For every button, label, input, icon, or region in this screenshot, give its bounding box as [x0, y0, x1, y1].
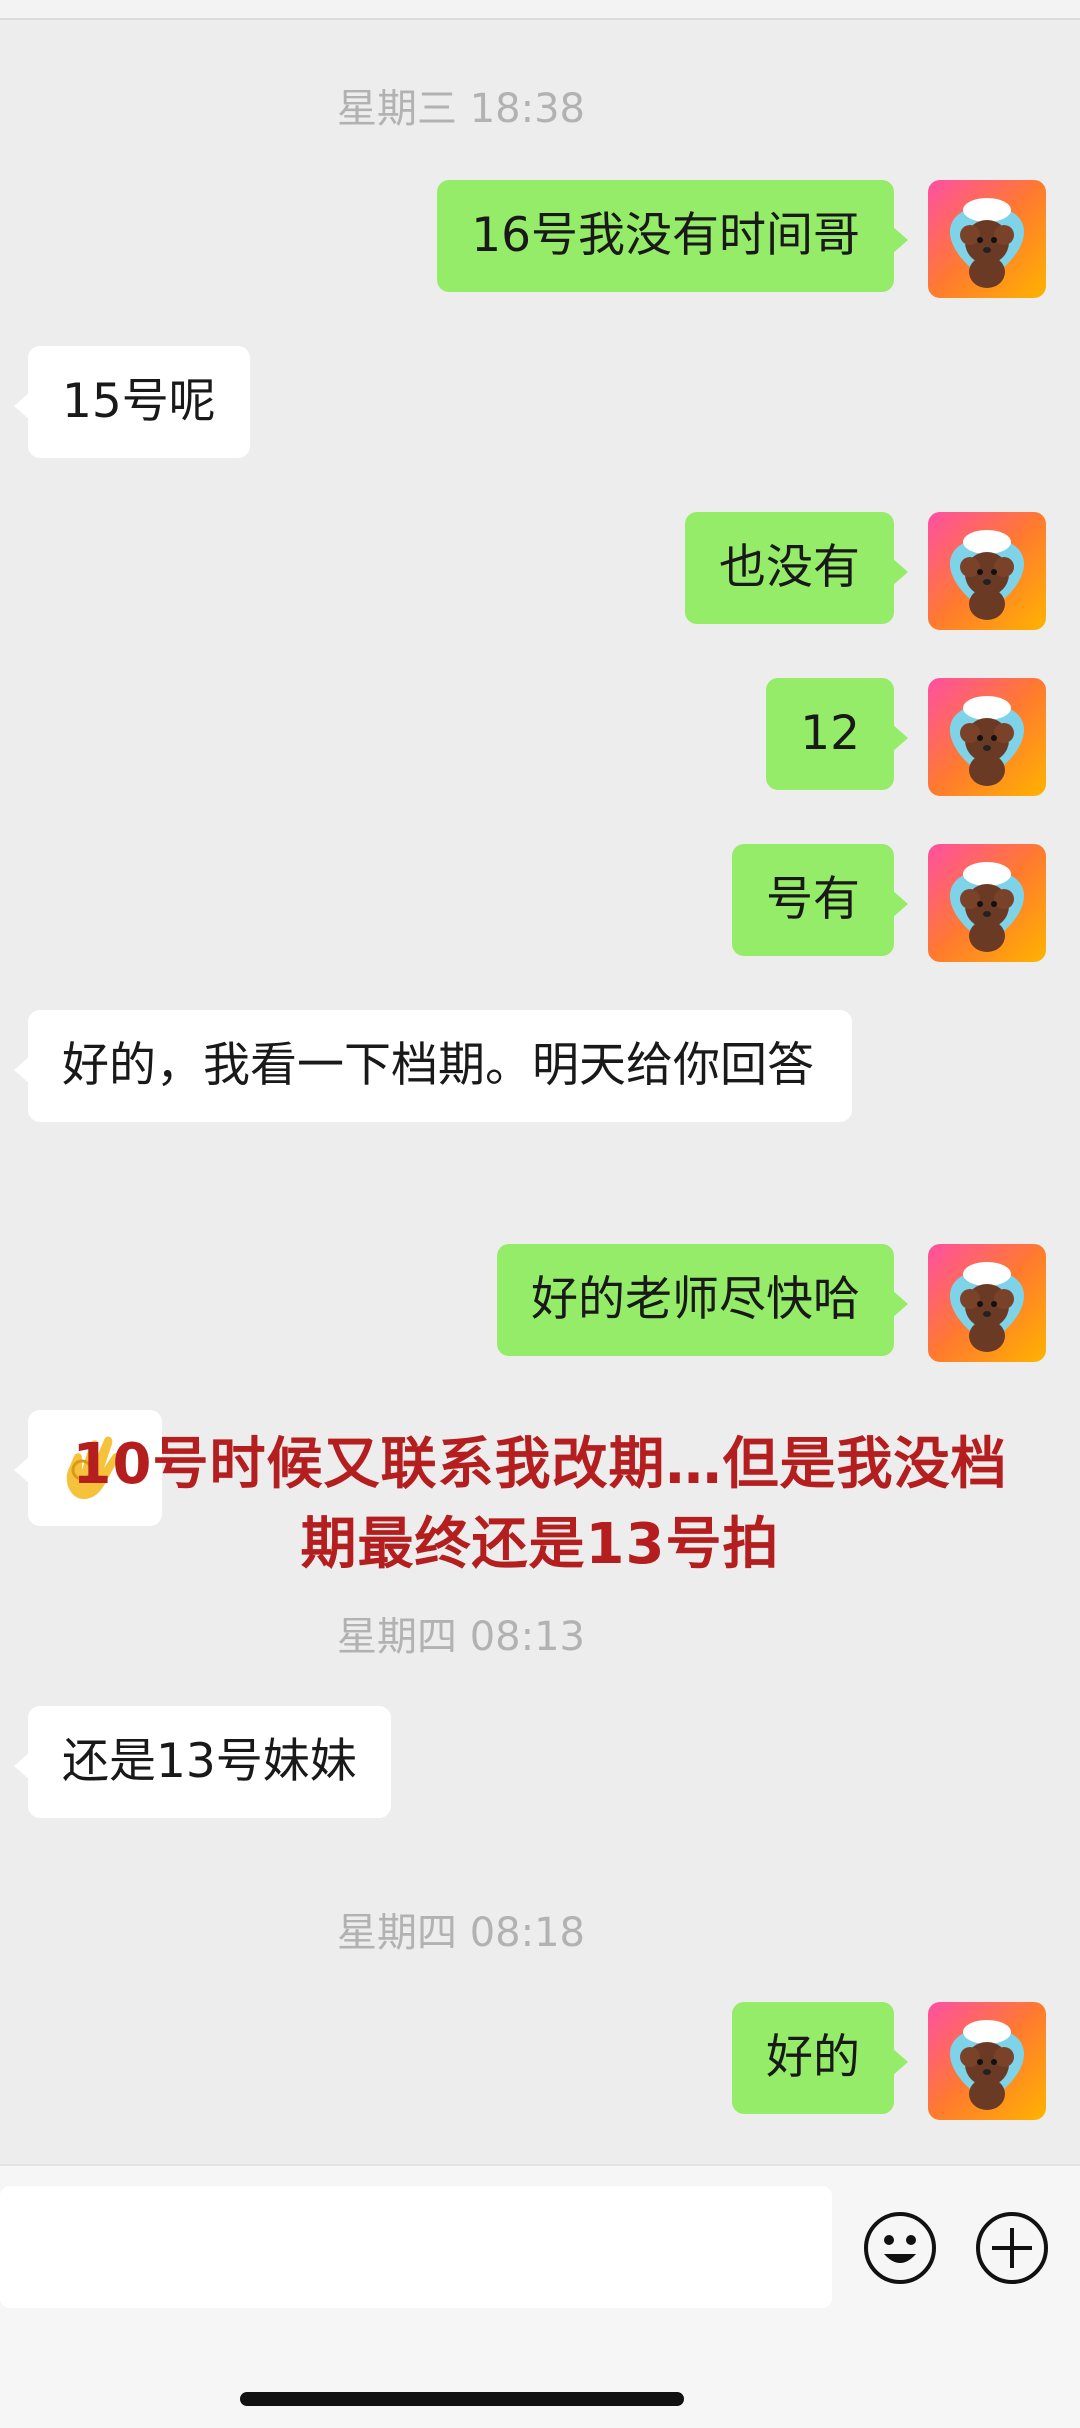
overlay-annotation: 10号时候又联系我改期…但是我没档 期最终还是13号拍 — [60, 1425, 1020, 1585]
timestamp: 星期四 08:18 — [337, 1910, 585, 1956]
top-divider — [0, 0, 1080, 20]
poodle-avatar-icon — [928, 844, 1046, 962]
chat-screen: 星期三 18:38 16号我没有时间哥 15号呢 也没有 12 号有 好的，我看… — [0, 0, 1080, 2428]
avatar[interactable] — [928, 678, 1046, 796]
message-bubble-received[interactable]: 还是13号妹妹 — [14, 1706, 391, 1818]
message-bubble-sent[interactable]: 12 — [766, 678, 908, 790]
emoji-button[interactable] — [862, 2210, 938, 2286]
overlay-line-1: 10号时候又联系我改期…但是我没档 — [72, 1432, 1008, 1497]
overlay-line-2: 期最终还是13号拍 — [300, 1512, 780, 1577]
poodle-avatar-icon — [928, 512, 1046, 630]
message-bubble-sent[interactable]: 好的 — [732, 2002, 908, 2114]
avatar[interactable] — [928, 180, 1046, 298]
avatar[interactable] — [928, 512, 1046, 630]
poodle-avatar-icon — [928, 678, 1046, 796]
smiley-face-icon — [864, 2212, 936, 2284]
avatar[interactable] — [928, 844, 1046, 962]
message-bubble-sent[interactable]: 也没有 — [685, 512, 908, 624]
poodle-avatar-icon — [928, 1244, 1046, 1362]
timestamp: 星期四 08:13 — [337, 1614, 585, 1660]
message-bubble-received[interactable]: 15号呢 — [14, 346, 250, 458]
message-bubble-sent[interactable]: 16号我没有时间哥 — [437, 180, 908, 292]
avatar[interactable] — [928, 1244, 1046, 1362]
input-bar — [0, 2164, 1080, 2428]
message-bubble-received[interactable]: 好的，我看一下档期。明天给你回答 — [14, 1010, 852, 1122]
message-input[interactable] — [0, 2186, 832, 2308]
poodle-avatar-icon — [928, 2002, 1046, 2120]
timestamp: 星期三 18:38 — [337, 86, 585, 132]
avatar[interactable] — [928, 2002, 1046, 2120]
message-bubble-sent[interactable]: 号有 — [732, 844, 908, 956]
home-indicator[interactable] — [240, 2392, 684, 2406]
plus-button[interactable] — [974, 2210, 1050, 2286]
message-bubble-sent[interactable]: 好的老师尽快哈 — [497, 1244, 908, 1356]
plus-circle-icon — [976, 2212, 1048, 2284]
poodle-avatar-icon — [928, 180, 1046, 298]
